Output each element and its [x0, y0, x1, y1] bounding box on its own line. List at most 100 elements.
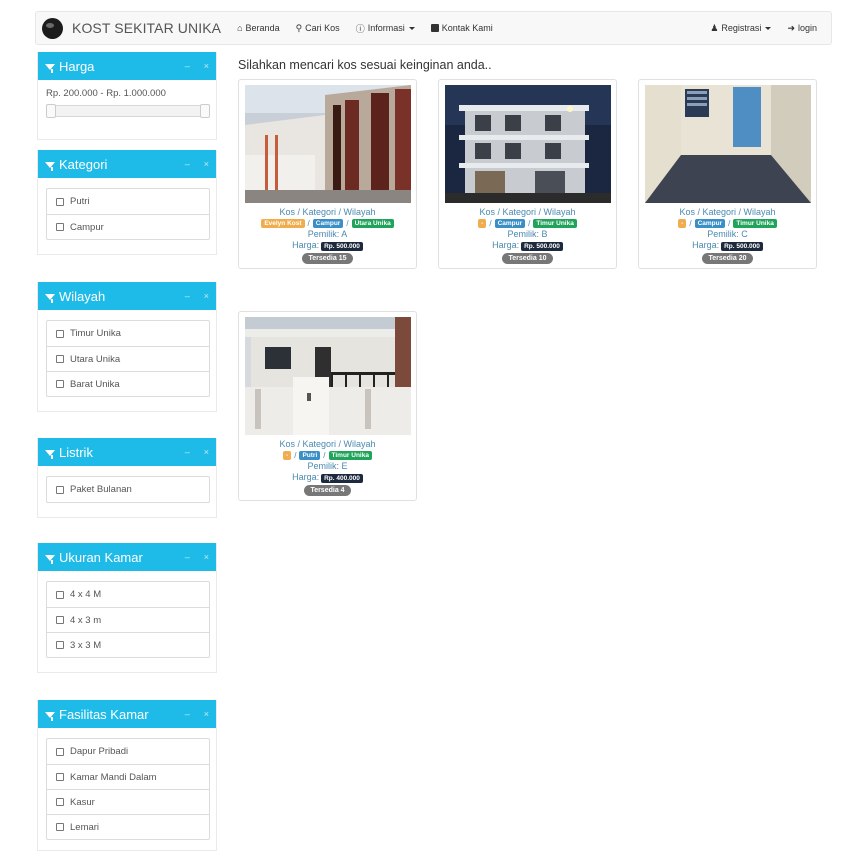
checkbox-item-campur[interactable]: Campur	[47, 214, 209, 239]
collapse-icon[interactable]: –	[185, 552, 190, 562]
kos-price-row: Harga: Rp. 500.000	[445, 240, 610, 251]
checkbox-list: Putri Campur	[46, 188, 210, 240]
checkbox-item-paket-bulanan[interactable]: Paket Bulanan	[47, 477, 209, 502]
checkbox-item-kasur[interactable]: Kasur	[47, 789, 209, 814]
checkbox-label: Campur	[70, 221, 104, 233]
checkbox-item-4x4[interactable]: 4 x 4 M	[47, 582, 209, 607]
kos-badges: - / Campur / Timur Unika	[645, 219, 810, 228]
filter-panel-wilayah: Wilayah – × Timur Unika Utara Unika Bara…	[37, 282, 217, 412]
checkbox[interactable]	[56, 485, 64, 494]
kos-photo[interactable]	[245, 317, 411, 435]
close-icon[interactable]: ×	[204, 159, 209, 169]
filter-icon	[45, 162, 55, 168]
filter-icon	[45, 294, 55, 300]
badge-separator: /	[346, 219, 349, 228]
kos-availability: Tersedia 4	[304, 485, 351, 496]
nav-registrasi-dropdown[interactable]: ♟ Registrasi	[702, 12, 779, 44]
home-icon: ⌂	[237, 23, 243, 33]
checkbox[interactable]	[56, 380, 64, 388]
checkbox-item-barat-unika[interactable]: Barat Unika	[47, 371, 209, 396]
checkbox-item-timur-unika[interactable]: Timur Unika	[47, 321, 209, 346]
close-icon[interactable]: ×	[204, 61, 209, 71]
kos-card[interactable]: Kos / Kategori / Wilayah - / Campur / Timur …	[438, 79, 617, 269]
sign-in-icon: ➜	[787, 22, 795, 33]
filter-icon	[45, 555, 55, 561]
nav-login-label: login	[797, 23, 817, 33]
kos-price-label: Harga:	[492, 240, 520, 250]
kos-card[interactable]: Kos / Kategori / Wilayah - / Putri / Timur U…	[238, 311, 417, 501]
nav-informasi-dropdown[interactable]: ⓘ Informasi	[348, 12, 423, 44]
nav-informasi-label: Informasi	[367, 23, 405, 33]
nav-kontak[interactable]: Kontak Kami	[423, 12, 501, 44]
panel-title: Fasilitas Kamar	[59, 706, 149, 722]
checkbox[interactable]	[56, 773, 64, 781]
kos-badges: Evelyn Kost / Campur / Utara Unika	[245, 219, 410, 228]
checkbox-item-kamar-mandi-dalam[interactable]: Kamar Mandi Dalam	[47, 764, 209, 789]
checkbox[interactable]	[56, 747, 64, 756]
kos-area-badge: Timur Unika	[328, 451, 372, 460]
filter-panel-fasilitas-kamar: Fasilitas Kamar – × Dapur Pribadi Kamar …	[37, 700, 217, 851]
checkbox-item-lemari[interactable]: Lemari	[47, 814, 209, 839]
checkbox-item-dapur-pribadi[interactable]: Dapur Pribadi	[47, 739, 209, 764]
checkbox-list: Dapur Pribadi Kamar Mandi Dalam Kasur Le…	[46, 738, 210, 840]
kos-photo-image	[245, 317, 411, 435]
checkbox[interactable]	[56, 590, 64, 599]
kos-card[interactable]: Kos / Kategori / Wilayah Evelyn Kost / Cam…	[238, 79, 417, 269]
price-range-slider[interactable]	[46, 104, 210, 118]
kos-area-badge: Utara Unika	[351, 219, 394, 228]
checkbox[interactable]	[56, 641, 64, 649]
checkbox-item-4x3[interactable]: 4 x 3 m	[47, 607, 209, 632]
badge-separator: /	[307, 219, 310, 228]
nav-cari-kos[interactable]: ⚲ Cari Kos	[288, 12, 348, 44]
kos-card[interactable]: Kos / Kategori / Wilayah - / Campur / Timur …	[638, 79, 817, 269]
kos-category-path: Kos / Kategori / Wilayah	[279, 207, 376, 217]
close-icon[interactable]: ×	[204, 291, 209, 301]
kos-photo[interactable]	[445, 85, 611, 203]
close-icon[interactable]: ×	[204, 552, 209, 562]
checkbox-label: 4 x 4 M	[70, 589, 102, 600]
phone-icon	[430, 24, 439, 32]
kos-owner: Pemilik: E	[307, 461, 348, 471]
nav-cari-kos-label: Cari Kos	[305, 23, 340, 33]
nav-beranda[interactable]: ⌂ Beranda	[229, 12, 287, 44]
panel-header: Wilayah – ×	[38, 282, 216, 310]
kos-name-badge: -	[283, 451, 292, 460]
checkbox[interactable]	[56, 329, 64, 338]
kos-category-path: Kos / Kategori / Wilayah	[679, 207, 776, 217]
search-icon: ⚲	[295, 22, 303, 33]
filter-icon	[45, 712, 55, 718]
kos-category-badge: Putri	[299, 451, 321, 460]
collapse-icon[interactable]: –	[185, 291, 190, 301]
kos-photo[interactable]	[645, 85, 811, 203]
checkbox-item-putri[interactable]: Putri	[47, 189, 209, 214]
panel-header: Harga – ×	[38, 52, 216, 80]
kos-price-label: Harga:	[292, 472, 320, 482]
checkbox-label: Paket Bulanan	[70, 484, 132, 495]
kos-availability: Tersedia 20	[702, 253, 753, 264]
brand-title: KOST SEKITAR UNIKA	[72, 20, 222, 36]
checkbox[interactable]	[56, 823, 64, 831]
slider-handle-max[interactable]	[200, 104, 210, 118]
user-plus-icon: ♟	[710, 22, 719, 33]
filter-panel-kategori: Kategori – × Putri Campur	[37, 150, 217, 255]
checkbox[interactable]	[56, 197, 64, 206]
nav-login[interactable]: ➜ login	[779, 12, 831, 44]
close-icon[interactable]: ×	[204, 447, 209, 457]
collapse-icon[interactable]: –	[185, 61, 190, 71]
collapse-icon[interactable]: –	[185, 709, 190, 719]
close-icon[interactable]: ×	[204, 709, 209, 719]
kos-photo[interactable]	[245, 85, 411, 203]
checkbox[interactable]	[56, 223, 64, 231]
checkbox[interactable]	[56, 355, 64, 363]
collapse-icon[interactable]: –	[185, 159, 190, 169]
kos-category-badge: Campur	[312, 219, 344, 228]
checkbox[interactable]	[56, 616, 64, 624]
filter-icon-stem	[51, 69, 53, 73]
collapse-icon[interactable]: –	[185, 447, 190, 457]
checkbox-item-utara-unika[interactable]: Utara Unika	[47, 346, 209, 371]
checkbox-item-3x3[interactable]: 3 x 3 M	[47, 632, 209, 657]
slider-handle-min[interactable]	[46, 104, 56, 118]
checkbox[interactable]	[56, 798, 64, 806]
panel-body: Putri Campur	[38, 178, 216, 254]
brand-link[interactable]: KOST SEKITAR UNIKA	[36, 12, 229, 44]
